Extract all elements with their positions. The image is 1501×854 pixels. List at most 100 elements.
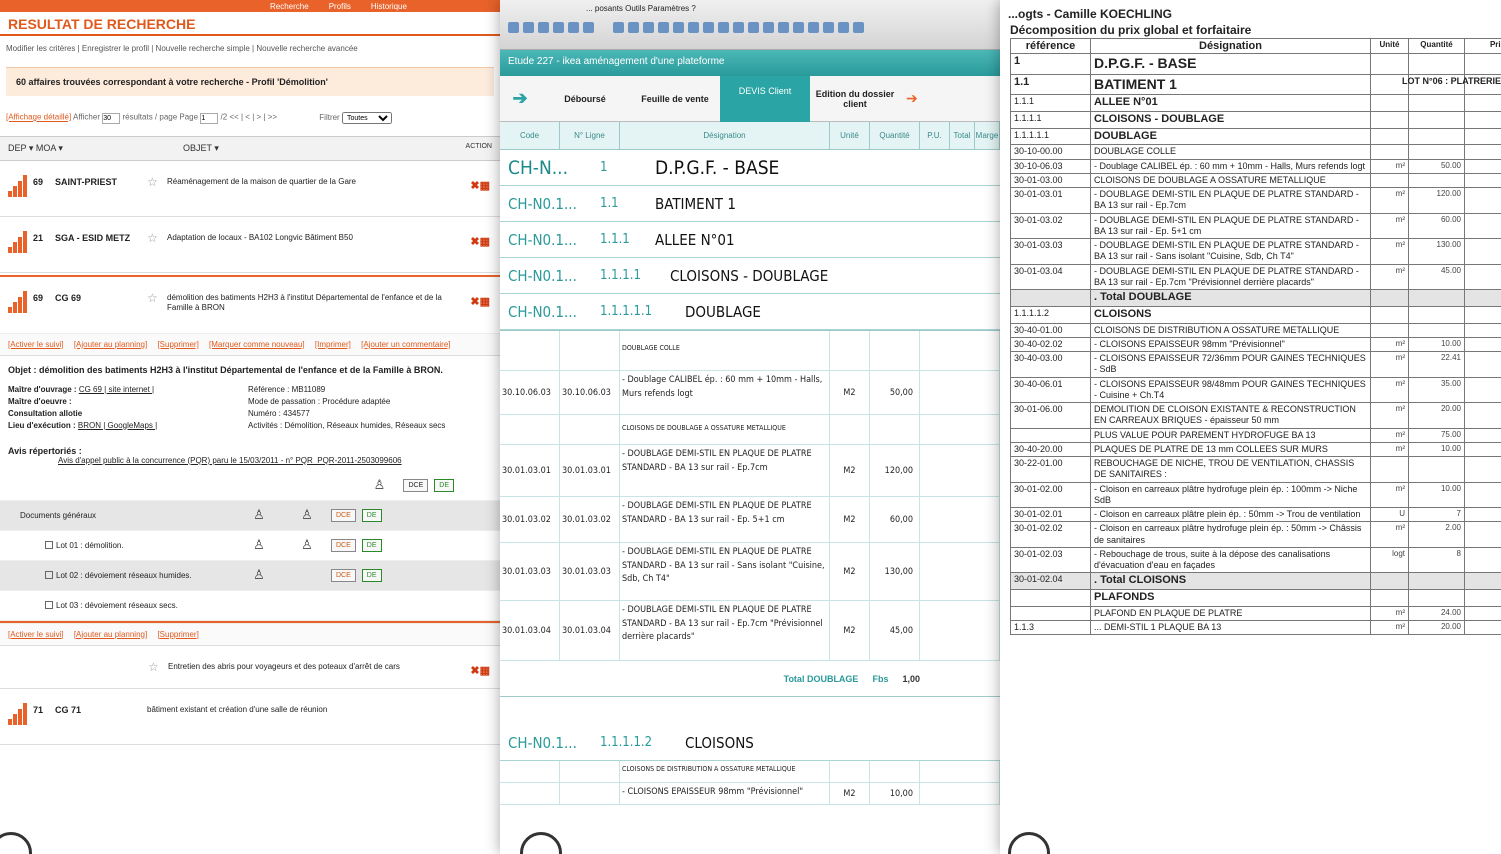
line-row[interactable]: 30.01.03.02 30.01.03.02- DOUBLAGE DEMI-ST… [500, 497, 1000, 543]
line-row[interactable]: DOUBLAGE COLLE [500, 331, 1000, 371]
col-quantite[interactable]: Quantité [870, 122, 920, 149]
col-unite[interactable]: Unité [830, 122, 870, 149]
tab-debourse[interactable]: Déboursé [540, 94, 630, 104]
lieu-value[interactable]: BRON | GoogleMaps | [78, 421, 157, 430]
col-dep-moa[interactable]: DEP ▾ MOA ▾ [8, 143, 183, 154]
table-row[interactable]: 69 CG 69 ☆ démolition des batiments H2H3… [0, 277, 500, 333]
de-button[interactable]: DE [361, 568, 382, 582]
level-row[interactable]: CH-N0.1... 1.1.1.1 CLOISONS - DOUBLAGE [500, 258, 1000, 294]
table-row[interactable]: ☆ Entretien des abris pour voyageurs et … [0, 646, 500, 689]
col-total[interactable]: Total [950, 122, 975, 149]
level-row[interactable]: CH-N... 1 D.P.G.F. - BASE [500, 150, 1000, 186]
row-objet[interactable]: démolition des batiments H2H3 à l'instit… [167, 291, 492, 314]
delete-link[interactable]: [Supprimer] [157, 630, 198, 639]
de-button[interactable]: DE [361, 508, 382, 522]
lot-checkbox[interactable] [45, 571, 53, 580]
tab-feuille-vente[interactable]: Feuille de vente [630, 94, 720, 104]
line-row[interactable]: CLOISONS DE DISTRIBUTION A OSSATURE META… [500, 761, 1000, 783]
level-row[interactable]: CH-N0.1... 1.1 BATIMENT 1 [500, 186, 1000, 222]
activate-follow-link[interactable]: [Activer le suivi] [8, 630, 64, 639]
line-row[interactable]: - CLOISONS EPAISSEUR 98mm "Prévisionnel"… [500, 783, 1000, 805]
dce-button[interactable]: DCE [331, 538, 356, 552]
page-nav[interactable]: /2 << | < | > | >> [221, 113, 278, 122]
delete-icon[interactable]: ✖▦ [470, 179, 490, 192]
line-qty[interactable]: 60,00 [870, 497, 920, 542]
row-objet[interactable]: Adaptation de locaux - BA102 Longvic Bât… [167, 231, 492, 243]
detail-view-link[interactable]: [Affichage détaillé] [6, 113, 71, 122]
doc-name[interactable]: Documents généraux [0, 511, 235, 520]
star-icon[interactable]: ☆ [147, 175, 167, 189]
dce-button[interactable]: DCE [403, 478, 429, 492]
lot-checkbox[interactable] [45, 541, 53, 550]
star-icon[interactable]: ☆ [148, 660, 168, 674]
delete-icon[interactable]: ✖▦ [470, 235, 490, 248]
col-marge[interactable]: Marge [975, 122, 1000, 149]
doc-name[interactable]: Lot 02 : dévoiement réseaux humides. [56, 571, 192, 580]
de-button[interactable]: DE [361, 538, 382, 552]
nav-profils[interactable]: Profils [329, 2, 351, 11]
nav-recherche[interactable]: Recherche [270, 2, 309, 11]
menu-bar[interactable]: ... posants Outils Paramètres ? [506, 4, 994, 13]
level-row[interactable]: CH-N0.1... 1.1.1.1.2 CLOISONS [500, 725, 1000, 761]
star-icon[interactable]: ☆ [147, 231, 167, 245]
dce-button[interactable]: DCE [331, 568, 356, 582]
avis-link[interactable]: Avis d'appel public à la concurrence (PQ… [8, 456, 492, 465]
add-planning-link[interactable]: [Ajouter au planning] [74, 340, 147, 349]
de-button[interactable]: DE [434, 478, 454, 492]
doc-row[interactable]: Documents généraux ♙ ♙ DCE DE [0, 500, 500, 531]
row-objet[interactable]: bâtiment existant et création d'une sall… [147, 703, 492, 715]
tab-edition-dossier[interactable]: Edition du dossier client [810, 89, 900, 109]
line-row[interactable]: 30.10.06.03 30.10.06.03- Doublage CALIBEL… [500, 371, 1000, 415]
line-qty[interactable]: 130,00 [870, 543, 920, 600]
per-page-input[interactable] [102, 112, 121, 124]
person-icon[interactable]: ♙ [235, 567, 283, 583]
row-objet[interactable]: Entretien des abris pour voyageurs et de… [168, 660, 492, 672]
line-row[interactable]: CLOISONS DE DOUBLAGE A OSSATURE METALLIQ… [500, 415, 1000, 445]
col-pu[interactable]: P.U. [920, 122, 950, 149]
line-qty[interactable]: 45,00 [870, 601, 920, 660]
activate-follow-link[interactable]: [Activer le suivi] [8, 340, 64, 349]
level-row[interactable]: CH-N0.1... 1.1.1 ALLEE N°01 [500, 222, 1000, 258]
col-objet[interactable]: OBJET ▾ [183, 143, 432, 154]
sub-nav-links[interactable]: Modifier les critères | Enregistrer le p… [0, 36, 500, 57]
col-ligne[interactable]: N° Ligne [560, 122, 620, 149]
person-icon[interactable]: ♙ [235, 507, 283, 523]
table-row[interactable]: 71 CG 71 bâtiment existant et création d… [0, 689, 500, 745]
person-icon[interactable]: ♙ [283, 537, 331, 553]
arrow-right-icon[interactable]: ➔ [906, 90, 918, 107]
arrow-right-icon[interactable]: ➔ [500, 88, 540, 109]
level-row[interactable]: CH-N0.1... 1.1.1.1.1 DOUBLAGE [500, 294, 1000, 330]
table-row[interactable]: 69 SAINT-PRIEST ☆ Réaménagement de la ma… [0, 161, 500, 217]
row-objet[interactable]: Réaménagement de la maison de quartier d… [167, 175, 492, 187]
doc-name[interactable]: Lot 03 : dévoiement réseaux secs. [56, 601, 178, 610]
person-icon[interactable]: ♙ [283, 507, 331, 523]
maitre-ouvrage-value[interactable]: CG 69 | site internet | [79, 385, 154, 394]
line-qty[interactable]: 10,00 [870, 783, 920, 804]
doc-row[interactable]: Lot 03 : dévoiement réseaux secs. [0, 591, 500, 621]
toolbar-icons[interactable] [508, 22, 992, 36]
add-planning-link[interactable]: [Ajouter au planning] [74, 630, 147, 639]
delete-icon[interactable]: ✖▦ [470, 664, 490, 677]
star-icon[interactable]: ☆ [147, 291, 167, 305]
line-row[interactable]: 30.01.03.03 30.01.03.03- DOUBLAGE DEMI-ST… [500, 543, 1000, 601]
mark-new-link[interactable]: [Marquer comme nouveau] [209, 340, 305, 349]
lot-checkbox[interactable] [45, 601, 53, 610]
doc-name[interactable]: Lot 01 : démolition. [56, 541, 124, 550]
line-row[interactable]: 30.01.03.04 30.01.03.04- DOUBLAGE DEMI-ST… [500, 601, 1000, 661]
line-qty[interactable]: 120,00 [870, 445, 920, 496]
col-code[interactable]: Code [500, 122, 560, 149]
line-qty[interactable]: 50,00 [870, 371, 920, 414]
line-row[interactable]: 30.01.03.01 30.01.03.01- DOUBLAGE DEMI-ST… [500, 445, 1000, 497]
person-icon[interactable]: ♙ [235, 537, 283, 553]
doc-row[interactable]: Lot 01 : démolition. ♙ ♙ DCE DE [0, 531, 500, 561]
page-input[interactable] [200, 112, 219, 124]
delete-link[interactable]: [Supprimer] [157, 340, 198, 349]
col-designation[interactable]: Désignation [620, 122, 830, 149]
add-comment-link[interactable]: [Ajouter un commentaire] [361, 340, 450, 349]
filter-select[interactable]: Toutes [341, 112, 392, 124]
doc-row[interactable]: Lot 02 : dévoiement réseaux humides. ♙ D… [0, 560, 500, 591]
nav-historique[interactable]: Historique [371, 2, 407, 11]
print-link[interactable]: [Imprimer] [315, 340, 351, 349]
dce-button[interactable]: DCE [331, 508, 356, 522]
tab-devis-client[interactable]: DEVIS Client [720, 75, 810, 122]
